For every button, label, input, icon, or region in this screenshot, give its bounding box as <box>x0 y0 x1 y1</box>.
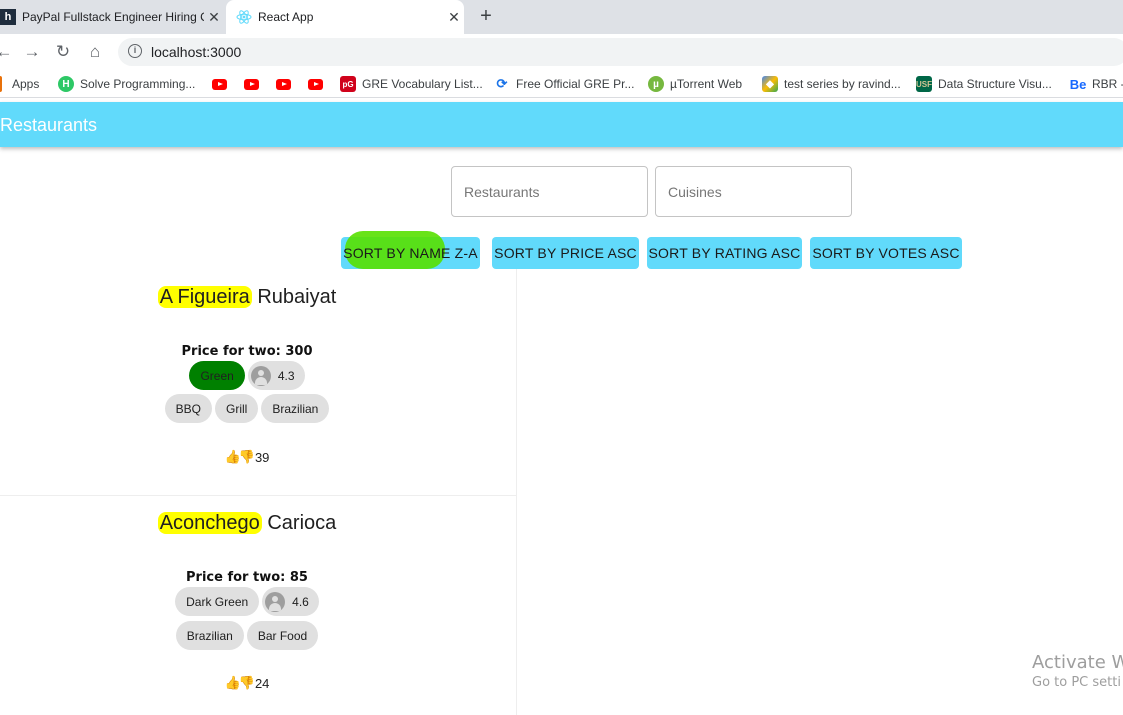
votes-count: 24 <box>254 676 270 691</box>
bookmark-data-structure[interactable]: USF Data Structure Visu... <box>916 76 1052 92</box>
cuisine-chip: Brazilian <box>261 394 330 423</box>
rating-chip: 4.3 <box>247 361 305 390</box>
bookmark-youtube-4[interactable] <box>308 79 323 90</box>
browser-tab-strip: h PayPal Fullstack Engineer Hiring C ✕ R… <box>0 0 1123 34</box>
youtube-icon <box>308 79 323 90</box>
restaurant-name: A Figueira Rubaiyat <box>0 286 494 309</box>
cuisine-chip: Grill <box>214 394 259 423</box>
apps-grid-icon <box>0 76 2 92</box>
bookmark-label: GRE Vocabulary List... <box>362 77 483 91</box>
app-header: Restaurants <box>0 102 1123 147</box>
back-arrow-icon[interactable]: ← <box>0 42 14 62</box>
bookmark-gre-official[interactable]: ⟳ Free Official GRE Pr... <box>494 76 634 92</box>
bookmark-label: Apps <box>12 77 40 91</box>
home-icon[interactable]: ⌂ <box>85 42 105 62</box>
reload-icon[interactable]: ↻ <box>53 42 73 62</box>
behance-icon: Be <box>1069 76 1087 92</box>
address-bar[interactable]: i localhost:3000 <box>118 38 1123 66</box>
price-for-two: Price for two: 85 <box>186 570 308 585</box>
bookmark-gre-vocab[interactable]: pG GRE Vocabulary List... <box>340 76 483 92</box>
bookmark-label: Solve Programming... <box>80 77 196 91</box>
cuisine-chip: Brazilian <box>175 621 244 650</box>
rating-color-chip: Green <box>189 361 245 390</box>
rating-chip: 4.6 <box>262 587 319 616</box>
restaurant-name-rest: Rubaiyat <box>251 286 337 308</box>
bookmark-label: Free Official GRE Pr... <box>516 77 635 91</box>
bookmark-rbr[interactable]: Be RBR - <box>1070 76 1123 92</box>
bookmark-apps[interactable]: Apps <box>0 76 39 92</box>
restaurant-name-highlight: A Figueira <box>157 286 252 308</box>
new-tab-button[interactable]: + <box>476 6 496 26</box>
rating-chip-row: Green 4.3 <box>0 361 494 390</box>
youtube-icon <box>276 79 291 90</box>
hackerrank-icon: H <box>58 76 74 92</box>
price-for-two: Price for two: 300 <box>181 344 313 359</box>
cuisines-search-input[interactable] <box>655 166 852 217</box>
votes-row: 👍👎 39 <box>0 449 494 465</box>
cuisine-chip: Bar Food <box>246 621 319 650</box>
react-favicon-icon <box>236 9 252 25</box>
restaurant-name: Aconchego Carioca <box>0 512 494 535</box>
cuisine-chip: BBQ <box>164 394 212 423</box>
hackerrank-favicon-icon: h <box>0 9 16 25</box>
forward-arrow-icon[interactable]: → <box>22 42 42 62</box>
rating-value: 4.3 <box>277 368 295 383</box>
restaurant-card: A Figueira Rubaiyat Price for two: 300 G… <box>0 269 517 496</box>
thumbs-up-down-icon[interactable]: 👍👎 <box>225 449 255 465</box>
votes-count: 39 <box>254 450 270 465</box>
sort-by-price-button[interactable]: SORT BY PRICE ASC <box>492 237 639 269</box>
cuisine-chip-row: Brazilian Bar Food <box>0 621 494 650</box>
watermark-line-1: Activate W <box>1032 652 1123 673</box>
user-avatar-icon <box>265 591 286 612</box>
url-text: localhost:3000 <box>151 44 242 60</box>
watermark-line-2: Go to PC setti <box>1032 675 1121 690</box>
ets-icon: ⟳ <box>494 76 510 92</box>
bookmark-utorrent[interactable]: µ µTorrent Web <box>648 76 742 92</box>
bookmark-youtube-3[interactable] <box>276 79 291 90</box>
site-info-icon[interactable]: i <box>128 44 142 58</box>
browser-toolbar: ← → ↻ ⌂ i localhost:3000 <box>0 34 1123 70</box>
thumbs-up-down-icon[interactable]: 👍👎 <box>225 675 255 691</box>
vocab-icon: pG <box>340 76 356 92</box>
sort-by-name-button[interactable]: SORT BY NAME Z-A <box>341 231 480 269</box>
rating-chip-row: Dark Green 4.6 <box>0 587 494 616</box>
utorrent-icon: µ <box>648 76 664 92</box>
bookmark-youtube-2[interactable] <box>244 79 259 90</box>
votes-row: 👍👎 24 <box>0 675 494 691</box>
bookmark-label: Data Structure Visu... <box>938 77 1052 91</box>
app-title: Restaurants <box>0 115 98 135</box>
bookmark-label: µTorrent Web <box>670 77 743 91</box>
sort-by-votes-button[interactable]: SORT BY VOTES ASC <box>810 237 962 269</box>
close-tab-icon[interactable]: ✕ <box>204 9 224 26</box>
bookmark-label: RBR - <box>1092 77 1123 91</box>
tab-title: PayPal Fullstack Engineer Hiring C <box>22 10 204 24</box>
sort-by-rating-button[interactable]: SORT BY RATING ASC <box>647 237 802 269</box>
restaurant-name-rest: Carioca <box>261 512 337 534</box>
bookmark-test-series[interactable]: ◆ test series by ravind... <box>762 76 901 92</box>
restaurant-name-highlight: Aconchego <box>157 512 262 534</box>
browser-tab-paypal[interactable]: h PayPal Fullstack Engineer Hiring C ✕ <box>0 0 224 34</box>
bookmark-hackerrank[interactable]: H Solve Programming... <box>58 76 195 92</box>
rating-color-chip: Dark Green <box>175 587 260 616</box>
close-tab-icon[interactable]: ✕ <box>444 9 464 26</box>
bookmarks-bar: Apps H Solve Programming... pG GRE Vocab… <box>0 70 1123 98</box>
usf-icon: USF <box>916 76 932 92</box>
youtube-icon <box>244 79 259 90</box>
sort-by-name-label: SORT BY NAME Z-A <box>343 245 478 261</box>
bookmark-youtube-1[interactable] <box>212 79 227 90</box>
restaurant-card: Aconchego Carioca Price for two: 85 Dark… <box>0 496 517 715</box>
browser-tab-react-app[interactable]: React App ✕ <box>226 0 464 34</box>
youtube-icon <box>212 79 227 90</box>
tab-title: React App <box>258 10 314 24</box>
restaurants-search-input[interactable] <box>451 166 648 217</box>
drive-icon: ◆ <box>762 76 778 92</box>
user-avatar-icon <box>250 365 271 386</box>
cuisine-chip-row: BBQ Grill Brazilian <box>0 394 494 423</box>
rating-value: 4.6 <box>292 594 309 609</box>
bookmark-label: test series by ravind... <box>784 77 901 91</box>
windows-activation-watermark: Activate W Go to PC setti <box>1032 652 1123 690</box>
